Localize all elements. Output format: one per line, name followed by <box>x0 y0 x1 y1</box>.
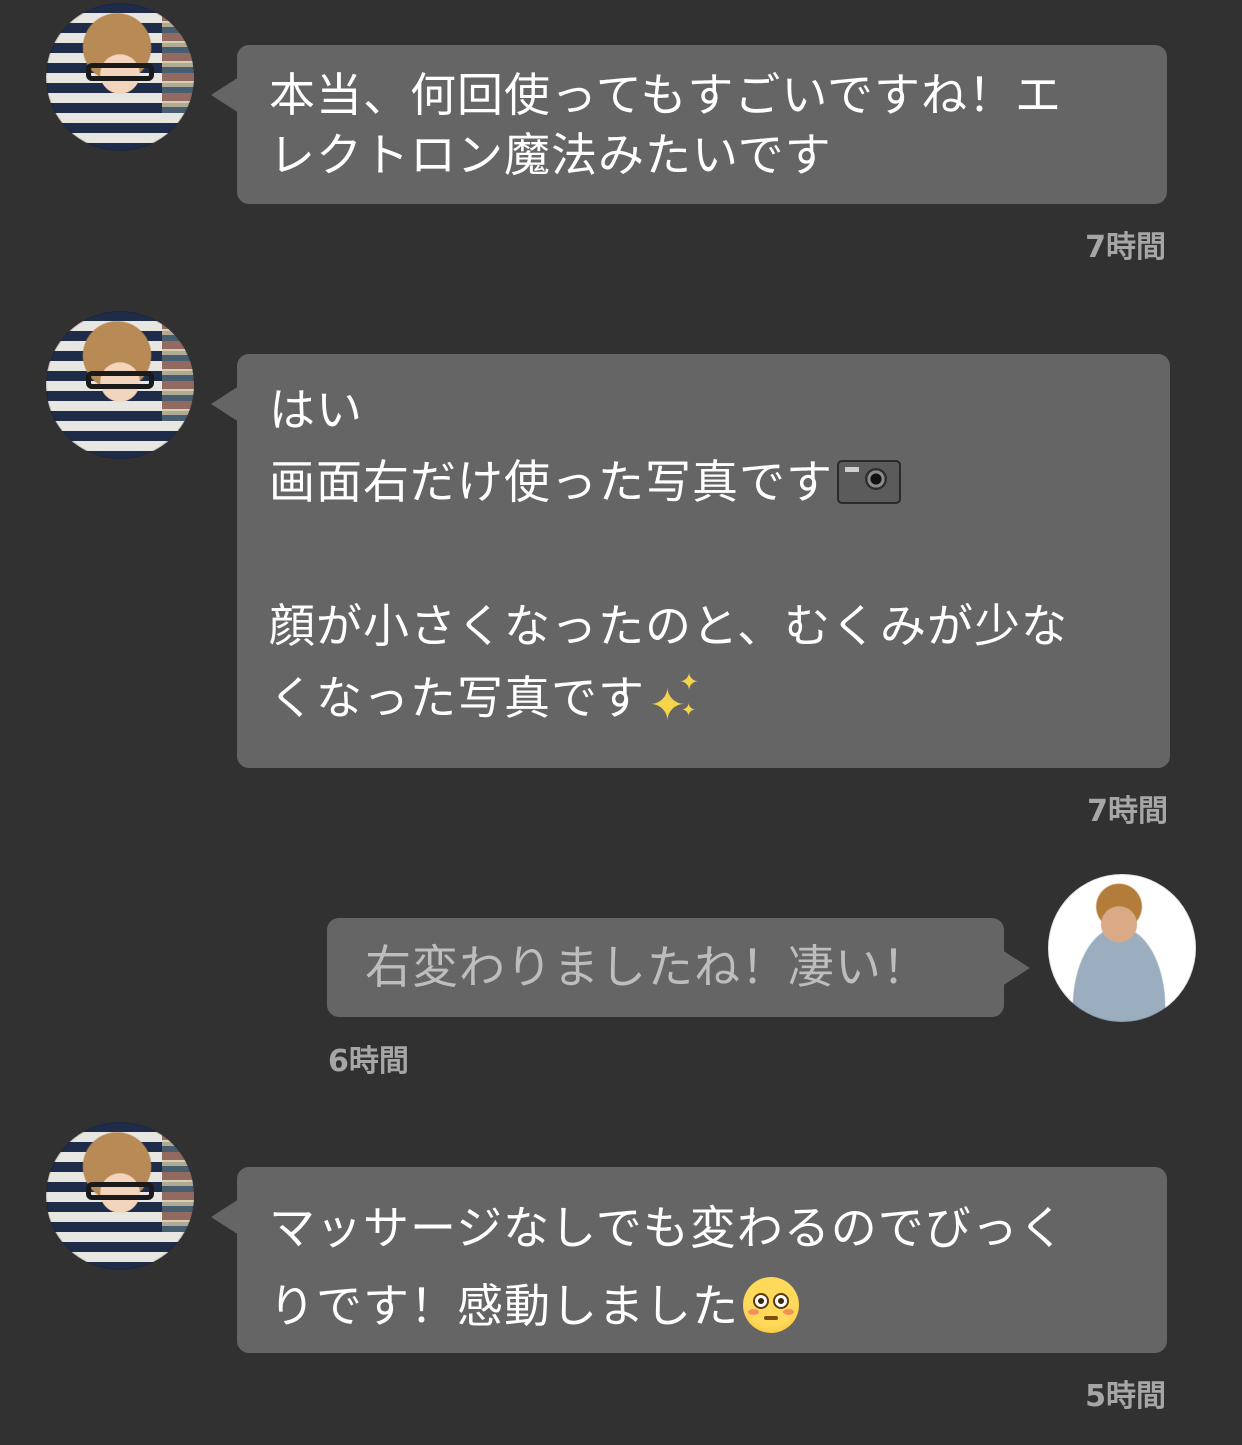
message-timestamp: 6時間 <box>328 1044 409 1079</box>
message-text: くなった写真です <box>269 671 645 725</box>
message-text-with-icon: 画面右だけ使った写真です <box>269 446 1138 518</box>
message-text: 本当、何回使ってもすごいですね！エ <box>269 68 1063 122</box>
message-bubble[interactable]: マッサージなしでも変わるのでびっく りです！感動しました <box>211 1167 1167 1353</box>
message-text: 顔が小さくなったのと、むくみが少な <box>269 599 1068 653</box>
message-bubble[interactable]: はい 画面右だけ使った写真です 顔が小さくなったのと、むくみが少な くなった写真… <box>211 354 1170 768</box>
message-timestamp: 7時間 <box>1087 794 1168 829</box>
user-avatar[interactable] <box>46 3 194 151</box>
message-text: マッサージなしでも変わるのでびっく <box>269 1201 1066 1255</box>
message-text: 画面右だけ使った写真です <box>269 455 833 509</box>
message-timestamp: 5時間 <box>1085 1379 1166 1414</box>
message-text: 右変わりましたね！凄い！ <box>365 940 929 994</box>
message-text: レクトロン魔法みたいです <box>269 128 832 182</box>
user-avatar[interactable] <box>46 1122 194 1270</box>
message-text: はい <box>269 383 363 437</box>
message-text-with-icon: りです！感動しました <box>269 1267 1135 1345</box>
sparkles-emoji-icon: ✦ ✦ ✦ <box>649 667 701 731</box>
message-bubble[interactable]: 右変わりましたね！凄い！ <box>327 918 1030 1017</box>
user-avatar[interactable] <box>46 311 194 459</box>
flushed-face-emoji-icon <box>743 1276 799 1333</box>
self-avatar[interactable] <box>1048 874 1196 1022</box>
camera-emoji-icon <box>837 459 901 504</box>
message-timestamp: 7時間 <box>1085 230 1166 265</box>
message-text: りです！感動しました <box>269 1279 739 1333</box>
message-bubble[interactable]: 本当、何回使ってもすごいですね！エ レクトロン魔法みたいです <box>211 45 1167 204</box>
message-text <box>269 518 1138 590</box>
message-text-with-icon: くなった写真です ✦ ✦ ✦ <box>269 662 1138 734</box>
chat-screen: 本当、何回使ってもすごいですね！エ レクトロン魔法みたいです 7時間 はい 画面… <box>0 0 1242 1445</box>
